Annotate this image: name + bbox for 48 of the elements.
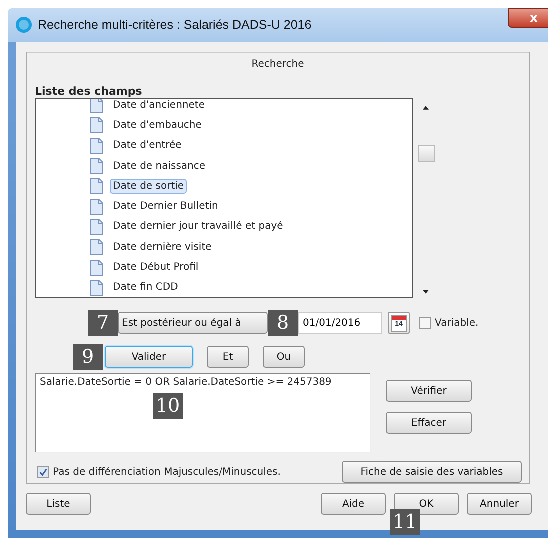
tab[interactable]: Recherche xyxy=(252,58,304,70)
callout-badge: 10 xyxy=(153,393,183,419)
action-button[interactable]: Effacer xyxy=(386,412,472,434)
list-item[interactable]: Date d'embauche xyxy=(110,118,205,133)
document-icon xyxy=(90,198,104,215)
callout-badge: 8 xyxy=(268,310,298,336)
list-item[interactable]: Date Début Profil xyxy=(110,260,202,276)
app-icon xyxy=(16,17,32,33)
operator-button[interactable]: Ou xyxy=(263,346,305,368)
checkbox[interactable] xyxy=(37,466,49,478)
callout-badge: 7 xyxy=(88,310,118,336)
list-item[interactable]: Date fin CDD xyxy=(110,280,182,296)
dialog-button[interactable]: Aide xyxy=(321,493,386,515)
list-item[interactable]: Date d'anciennete xyxy=(110,99,208,113)
document-icon xyxy=(90,260,104,276)
checkbox-label: Pas de différenciation Majuscules/Minuscules. xyxy=(53,466,281,478)
document-icon xyxy=(90,280,104,296)
action-button[interactable]: Vérifier xyxy=(386,380,472,402)
callout-badge: 9 xyxy=(73,344,103,370)
document-icon xyxy=(90,178,104,194)
checkbox-label: Variable. xyxy=(435,318,479,328)
document-icon xyxy=(90,158,104,174)
document-icon xyxy=(90,218,104,235)
list-item[interactable]: Date dernière visite xyxy=(110,240,215,255)
dialog-button[interactable]: Annuler xyxy=(467,493,532,515)
date-field[interactable]: 01/01/2016 xyxy=(298,312,382,334)
callout-badge: 11 xyxy=(390,509,420,535)
scroll-up-arrow[interactable] xyxy=(423,106,429,110)
document-icon xyxy=(90,138,104,154)
close-button[interactable]: x xyxy=(508,8,548,28)
document-icon xyxy=(90,99,104,114)
document-icon xyxy=(90,117,104,134)
list-button[interactable]: Liste xyxy=(26,493,91,515)
list-item[interactable]: Date d'entrée xyxy=(110,138,185,154)
variables-button[interactable]: Fiche de saisie des variables xyxy=(342,461,522,483)
list-item[interactable]: Date dernier jour travaillé et payé xyxy=(110,219,286,234)
section-label: Liste des champs xyxy=(35,85,144,98)
window-title: Recherche multi-critères : Salariés DADS-U 2016 xyxy=(38,18,312,32)
operator-button[interactable]: Valider xyxy=(105,346,193,368)
list-item[interactable]: Date Dernier Bulletin xyxy=(110,199,222,214)
list-item[interactable]: Date de naissance xyxy=(110,158,209,174)
operator-button[interactable]: Et xyxy=(207,346,249,368)
scroll-down-arrow[interactable] xyxy=(423,290,429,294)
checkbox[interactable] xyxy=(419,317,431,329)
document-icon xyxy=(90,239,104,256)
scroll-thumb[interactable] xyxy=(418,145,434,162)
condition-dropdown[interactable]: Est postérieur ou égal à xyxy=(118,312,268,334)
list-item[interactable]: Date de sortie xyxy=(110,178,188,194)
